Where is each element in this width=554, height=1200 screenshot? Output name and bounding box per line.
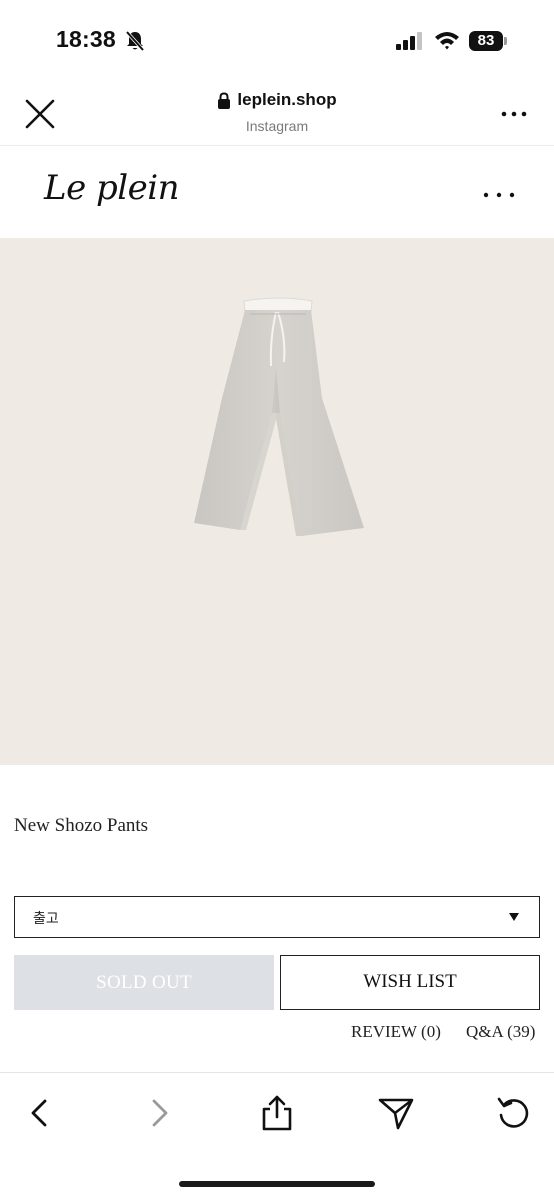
bell-slash-icon [125, 30, 145, 52]
home-indicator[interactable] [179, 1181, 375, 1187]
url-display[interactable]: leplein.shop Instagram [0, 90, 554, 134]
wide-pants-image [194, 297, 364, 536]
reload-icon[interactable] [494, 1093, 534, 1133]
send-icon[interactable] [376, 1093, 416, 1133]
more-icon[interactable] [500, 104, 528, 124]
back-icon[interactable] [20, 1093, 60, 1133]
sold-out-button[interactable]: SOLD OUT [14, 955, 274, 1010]
review-link[interactable]: REVIEW (0) [351, 1022, 441, 1042]
signal-icon [396, 32, 422, 50]
qa-link[interactable]: Q&A (39) [466, 1022, 535, 1042]
caret-down-icon [509, 913, 519, 921]
battery-level: 83 [469, 31, 503, 51]
forward-icon[interactable] [139, 1093, 179, 1133]
lock-icon [218, 91, 231, 109]
site-menu-icon[interactable] [482, 188, 516, 202]
url-text: leplein.shop [237, 90, 337, 109]
wish-list-button[interactable]: WISH LIST [280, 955, 540, 1010]
product-name: New Shozo Pants [14, 815, 149, 836]
option-value: 출고 [33, 911, 59, 927]
browser-header: leplein.shop Instagram [0, 80, 554, 146]
status-time: 18:38 [56, 26, 116, 52]
site-logo[interactable]: Le plein [44, 168, 180, 208]
share-icon[interactable] [257, 1093, 297, 1133]
option-select[interactable]: 출고 [14, 896, 540, 938]
site-header: Le plein [0, 146, 554, 238]
product-image[interactable] [0, 238, 554, 765]
url-source: Instagram [245, 117, 309, 134]
wifi-icon [435, 32, 459, 50]
battery-icon: 83 [469, 31, 507, 51]
status-bar: 18:38 83 [0, 0, 554, 80]
